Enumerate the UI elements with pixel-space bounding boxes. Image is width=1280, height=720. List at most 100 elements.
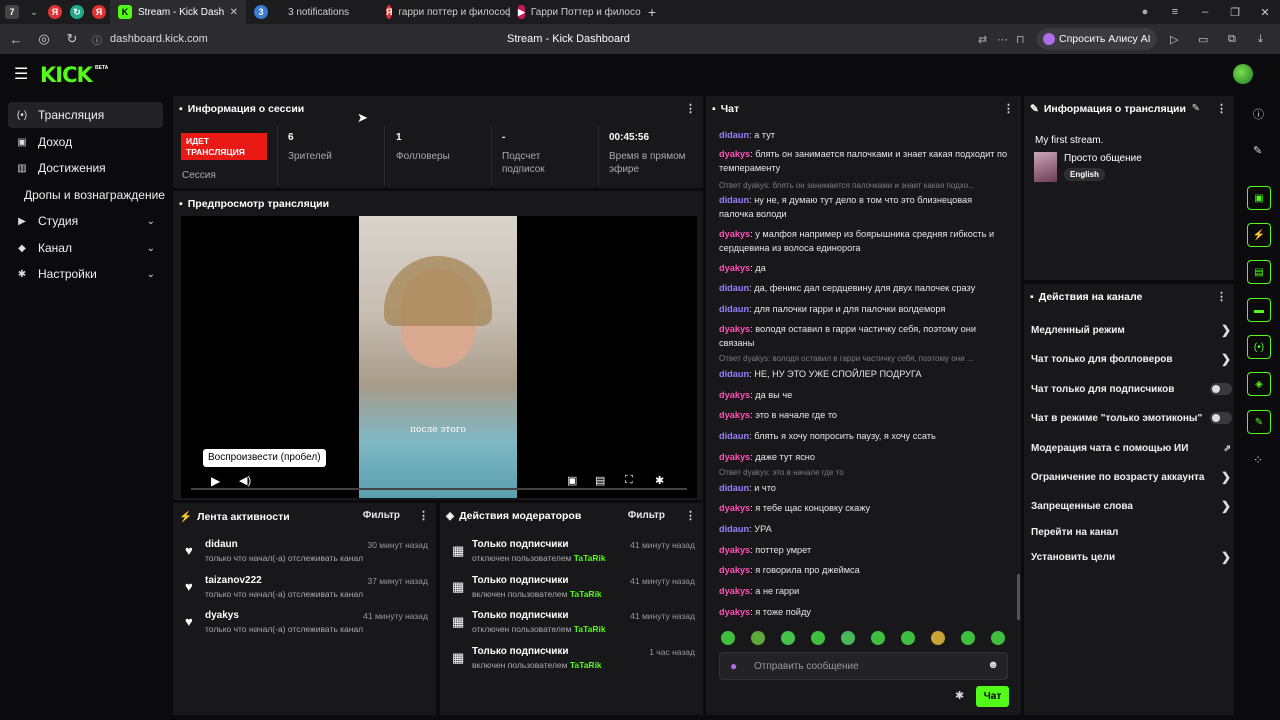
- sidebar-item-studio[interactable]: ▶ Студия ⌄: [8, 208, 163, 234]
- rail-list-button[interactable]: ▤: [1247, 260, 1271, 284]
- fullscreen-icon[interactable]: ⛶: [625, 474, 633, 487]
- user-avatar[interactable]: [1233, 64, 1253, 84]
- follower-name[interactable]: dyakys: [205, 610, 239, 621]
- incognito-icon[interactable]: ◎: [30, 31, 58, 47]
- filter-button[interactable]: Фильтр: [363, 510, 400, 521]
- action-set-goals[interactable]: Установить цели ❯: [1031, 546, 1231, 568]
- kebab-menu-icon[interactable]: ⋮: [1216, 102, 1227, 115]
- hamburger-menu-icon[interactable]: ☰: [14, 64, 28, 84]
- translate-icon[interactable]: ⇄: [978, 33, 987, 46]
- play-icon[interactable]: ▶: [211, 474, 220, 488]
- sidebar-item-stream[interactable]: (•) Трансляция: [8, 102, 163, 128]
- emote-icon[interactable]: [931, 631, 945, 645]
- category-thumbnail[interactable]: [1034, 152, 1057, 182]
- kebab-menu-icon[interactable]: ⋮: [685, 509, 696, 522]
- new-tab-icon[interactable]: +: [642, 4, 662, 20]
- chat-username[interactable]: didaun: [719, 524, 749, 534]
- chat-username[interactable]: dyakys: [719, 545, 750, 555]
- subscribers-only-toggle[interactable]: [1210, 383, 1232, 395]
- chat-username[interactable]: didaun: [719, 195, 749, 205]
- emote-icon[interactable]: [961, 631, 975, 645]
- bookmark-icon[interactable]: ⊓: [1016, 33, 1025, 46]
- chat-scrollbar[interactable]: [1017, 574, 1020, 620]
- chat-username[interactable]: dyakys: [719, 149, 750, 159]
- action-slow-mode[interactable]: Медленный режим ❯: [1031, 319, 1231, 341]
- chat-username[interactable]: dyakys: [719, 503, 750, 513]
- rail-modactions-button[interactable]: ◈: [1247, 372, 1271, 396]
- tab-kick-dashboard[interactable]: K Stream - Kick Dashboa ✕: [110, 0, 246, 24]
- chat-username[interactable]: didaun: [719, 304, 749, 314]
- sidebar-item-income[interactable]: ▣ Доход: [8, 129, 163, 155]
- edit-pencil-icon[interactable]: ✎: [1253, 144, 1262, 157]
- follower-name[interactable]: didaun: [205, 539, 238, 550]
- category-name[interactable]: Просто общение: [1064, 153, 1142, 164]
- profile-icon[interactable]: ●: [1130, 6, 1160, 18]
- sidebar-item-achievements[interactable]: ▥ Достижения: [8, 155, 163, 181]
- emote-icon[interactable]: [901, 631, 915, 645]
- chat-input[interactable]: ● Отправить сообщение ☻: [719, 652, 1008, 680]
- chat-username[interactable]: dyakys: [719, 263, 750, 273]
- site-info-icon[interactable]: ⓘ: [92, 32, 102, 47]
- tab-search[interactable]: Я гарри поттер и философ: [378, 0, 510, 24]
- reload-icon[interactable]: ↻: [58, 31, 86, 47]
- emote-only-toggle[interactable]: [1210, 412, 1232, 424]
- sidebar-item-settings[interactable]: ✱ Настройки ⌄: [8, 261, 163, 287]
- info-icon[interactable]: ⓘ: [1253, 106, 1264, 122]
- kebab-menu-icon[interactable]: ⋮: [1216, 290, 1227, 303]
- emote-icon[interactable]: [781, 631, 795, 645]
- battery-icon[interactable]: ▭: [1198, 33, 1208, 46]
- media-icon[interactable]: ▷: [1170, 33, 1178, 46]
- maximize-icon[interactable]: ❐: [1220, 6, 1250, 19]
- back-icon[interactable]: ←: [2, 32, 30, 47]
- chat-username[interactable]: dyakys: [719, 410, 750, 420]
- emote-icon[interactable]: [811, 631, 825, 645]
- action-ai-moderation[interactable]: Модерация чата с помощью ИИ ⇗: [1031, 437, 1231, 459]
- moderator-name[interactable]: TaTaRik: [570, 660, 602, 670]
- rail-broadcast-button[interactable]: (•): [1247, 335, 1271, 359]
- tab-video[interactable]: ▶ Гарри Поттер и филосо: [510, 0, 642, 24]
- sidebar-item-drops[interactable]: Дропы и вознаграждение: [18, 182, 178, 208]
- volume-icon[interactable]: ◀): [239, 474, 251, 487]
- follower-name[interactable]: taizanov222: [205, 575, 262, 586]
- send-chat-button[interactable]: Чат: [976, 686, 1009, 707]
- minimize-icon[interactable]: –: [1190, 6, 1220, 18]
- kebab-menu-icon[interactable]: ⋮: [1003, 102, 1014, 115]
- moderator-name[interactable]: TaTaRik: [574, 624, 606, 634]
- kick-logo[interactable]: KICK: [40, 63, 93, 87]
- sidebar-item-channel[interactable]: ◆ Канал ⌄: [8, 235, 163, 261]
- edit-icon[interactable]: ✎: [1192, 103, 1200, 114]
- extensions-icon[interactable]: ⧉: [1228, 33, 1236, 46]
- pinned-tab[interactable]: Я: [44, 5, 66, 19]
- chat-username[interactable]: dyakys: [719, 607, 750, 617]
- chat-username[interactable]: didaun: [719, 483, 749, 493]
- chat-username[interactable]: didaun: [719, 130, 749, 140]
- close-tab-icon[interactable]: ✕: [230, 7, 238, 18]
- download-icon[interactable]: ⤓: [1258, 33, 1263, 46]
- browser-menu-icon[interactable]: ≡: [1160, 6, 1190, 18]
- pinned-tab[interactable]: Я: [88, 5, 110, 19]
- browser-menu[interactable]: 7: [0, 5, 24, 19]
- more-icon[interactable]: ⋯: [997, 33, 1008, 46]
- chat-username[interactable]: dyakys: [719, 324, 750, 334]
- moderator-name[interactable]: TaTaRik: [570, 589, 602, 599]
- microphone-icon[interactable]: ●: [730, 659, 737, 673]
- filter-button[interactable]: Фильтр: [628, 510, 665, 521]
- rail-chat-button[interactable]: ▬: [1247, 298, 1271, 322]
- video-player[interactable]: после этого Воспроизвести (пробел) ▶ ◀) …: [181, 216, 697, 498]
- rail-wrench-button[interactable]: ✎: [1247, 410, 1271, 434]
- emoji-icon[interactable]: ☻: [987, 659, 999, 671]
- kebab-menu-icon[interactable]: ⋮: [685, 102, 696, 115]
- chat-username[interactable]: dyakys: [719, 452, 750, 462]
- rail-layout-button[interactable]: ▣: [1247, 186, 1271, 210]
- emote-icon[interactable]: [871, 631, 885, 645]
- alice-button[interactable]: Спросить Алису AI: [1037, 28, 1157, 50]
- emote-icon[interactable]: [721, 631, 735, 645]
- chat-username[interactable]: didaun: [719, 369, 749, 379]
- url-field[interactable]: dashboard.kick.com: [110, 33, 208, 45]
- chat-username[interactable]: didaun: [719, 283, 749, 293]
- action-followers-only[interactable]: Чат только для фолловеров ❯: [1031, 348, 1231, 370]
- pip-icon[interactable]: ▣: [567, 474, 577, 487]
- tab-notifications[interactable]: 3 3 notifications: [246, 0, 378, 24]
- moderator-name[interactable]: TaTaRik: [574, 553, 606, 563]
- share-icon[interactable]: ⁘: [1253, 453, 1263, 467]
